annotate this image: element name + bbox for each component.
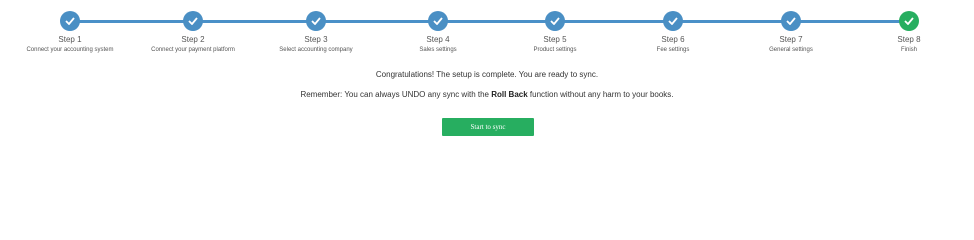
step-4: Step 4 Sales settings [373, 11, 503, 55]
step-5-desc: Product settings [533, 47, 577, 53]
step-8-label: Step 8 [897, 35, 921, 44]
step-2: Step 2 Connect your payment platform [128, 11, 258, 55]
step-1-circle [60, 11, 80, 31]
start-sync-button[interactable]: Start to sync [442, 118, 534, 136]
step-4-label: Step 4 [426, 35, 450, 44]
step-8-desc: Finish [900, 47, 917, 53]
step-2-circle [183, 11, 203, 31]
reminder-prefix: Remember: You can always UNDO any sync w… [300, 90, 492, 99]
step-1-desc: Connect your accounting system [26, 47, 114, 53]
step-5-circle [545, 11, 565, 31]
step-4-desc: Sales settings [419, 47, 457, 53]
step-8: Step 8 Finish [844, 11, 974, 55]
step-4-circle [428, 11, 448, 31]
step-5-label: Step 5 [543, 35, 567, 44]
step-8-circle [899, 11, 919, 31]
completion-message: Congratulations! The setup is complete. … [375, 70, 599, 79]
step-3: Step 3 Select accounting company [251, 11, 381, 55]
step-3-circle [306, 11, 326, 31]
step-7-label: Step 7 [779, 35, 803, 44]
step-2-label: Step 2 [181, 35, 205, 44]
checkmark-icon [65, 17, 75, 25]
step-6-circle [663, 11, 683, 31]
rollback-emphasis: Roll Back [491, 90, 528, 99]
checkmark-icon [311, 17, 321, 25]
step-3-label: Step 3 [304, 35, 328, 44]
checkmark-icon [668, 17, 678, 25]
step-1-label: Step 1 [58, 35, 82, 44]
checkmark-icon [786, 17, 796, 25]
checkmark-icon [188, 17, 198, 25]
step-7-desc: General settings [769, 47, 813, 53]
checkmark-icon [433, 17, 443, 25]
step-6: Step 6 Fee settings [608, 11, 738, 55]
setup-stepper: Step 1 Connect your accounting system St… [0, 0, 974, 60]
step-7-circle [781, 11, 801, 31]
step-6-desc: Fee settings [656, 47, 690, 53]
reminder-suffix: function without any harm to your books. [527, 90, 674, 99]
step-5: Step 5 Product settings [490, 11, 620, 55]
step-1: Step 1 Connect your accounting system [5, 11, 135, 55]
step-3-desc: Select accounting company [279, 47, 353, 53]
checkmark-icon [550, 17, 560, 25]
step-6-label: Step 6 [661, 35, 685, 44]
step-7: Step 7 General settings [726, 11, 856, 55]
step-2-desc: Connect your payment platform [151, 47, 235, 53]
checkmark-icon [904, 17, 914, 25]
rollback-reminder: Remember: You can always UNDO any sync w… [0, 90, 974, 100]
